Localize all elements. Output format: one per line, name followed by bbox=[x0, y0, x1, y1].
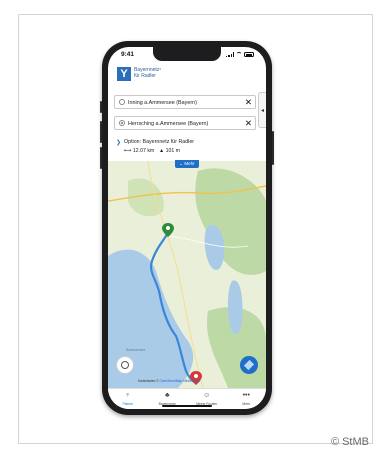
phone-mockup: 9:41 Y Bayernnetz¹ für Radler ◂ Inning a… bbox=[100, 41, 274, 415]
attribution-link[interactable]: OpenStreetMap-Mitwirkende bbox=[160, 379, 201, 383]
route-option-title: Option: Bayernnetz für Radler bbox=[124, 139, 195, 145]
map-lake-label: Ammersee bbox=[126, 347, 146, 352]
power-button bbox=[272, 131, 274, 165]
map-lake-woerthsee bbox=[227, 280, 243, 335]
map-attribution: Kartendaten © OpenStreetMap-Mitwirkende bbox=[138, 379, 200, 383]
route-elevation-value: 101 m bbox=[165, 148, 180, 154]
volume-down-button bbox=[100, 147, 102, 169]
route-start-field[interactable]: Inning a.Ammersee (Bayern) ✕ bbox=[114, 95, 256, 109]
route-end-label: Herrsching a.Ammersee (Bayern) bbox=[128, 120, 209, 127]
bike-icon: ♆ bbox=[125, 392, 131, 399]
chevron-right-icon: ❯ bbox=[116, 140, 122, 146]
wifi-icon bbox=[236, 52, 242, 57]
status-time: 9:41 bbox=[121, 51, 135, 58]
tab-planen[interactable]: ♆ Planen bbox=[108, 389, 148, 409]
route-distance-value: 12.07 km bbox=[132, 148, 155, 154]
route-option[interactable]: ❯ Option: Bayernnetz für Radler ⟷ 12.07 … bbox=[116, 137, 256, 159]
route-start-label: Inning a.Ammersee (Bayern) bbox=[128, 99, 197, 106]
status-icons bbox=[226, 52, 254, 57]
app-header: Y Bayernnetz¹ für Radler bbox=[108, 64, 266, 90]
signal-icon bbox=[226, 52, 234, 57]
more-button[interactable]: ⌄ Mehr bbox=[175, 160, 199, 168]
layers-button[interactable] bbox=[240, 356, 258, 374]
more-icon: ••• bbox=[242, 392, 250, 399]
route-end-field[interactable]: Herrsching a.Ammersee (Bayern) ✕ bbox=[114, 116, 256, 130]
route-elevation: ▲ 101 m bbox=[159, 148, 180, 154]
more-button-label: Mehr bbox=[184, 161, 195, 166]
app-logo-text: Bayernnetz¹ für Radler bbox=[134, 67, 194, 79]
route-distance: ⟷ 12.07 km bbox=[124, 148, 155, 154]
side-button bbox=[100, 101, 102, 113]
tab-mehr[interactable]: ••• Mehr bbox=[227, 389, 267, 409]
map-view[interactable]: Ammersee bbox=[108, 161, 266, 388]
clear-end-icon[interactable]: ✕ bbox=[245, 118, 252, 129]
person-icon: ☺ bbox=[203, 392, 211, 399]
end-pin-icon bbox=[119, 120, 125, 126]
clear-start-icon[interactable]: ✕ bbox=[245, 97, 252, 108]
start-pin-icon bbox=[119, 99, 125, 105]
tab-label: Mehr bbox=[242, 402, 251, 406]
home-indicator bbox=[162, 405, 212, 407]
route-icon: ♣ bbox=[164, 392, 170, 399]
locate-button[interactable] bbox=[116, 356, 134, 374]
notch bbox=[153, 47, 221, 61]
attribution-prefix: Kartendaten © bbox=[138, 379, 159, 383]
app-logo-line2: für Radler bbox=[134, 73, 156, 79]
copyright-text: © StMB bbox=[330, 436, 369, 448]
app-logo-icon: Y bbox=[117, 67, 131, 81]
tab-label: Planen bbox=[122, 402, 134, 406]
chevron-left-icon: ◂ bbox=[261, 108, 265, 114]
battery-icon bbox=[244, 52, 254, 57]
volume-up-button bbox=[100, 121, 102, 143]
side-panel-toggle[interactable]: ◂ bbox=[258, 92, 266, 128]
phone-screen: 9:41 Y Bayernnetz¹ für Radler ◂ Inning a… bbox=[108, 47, 266, 409]
